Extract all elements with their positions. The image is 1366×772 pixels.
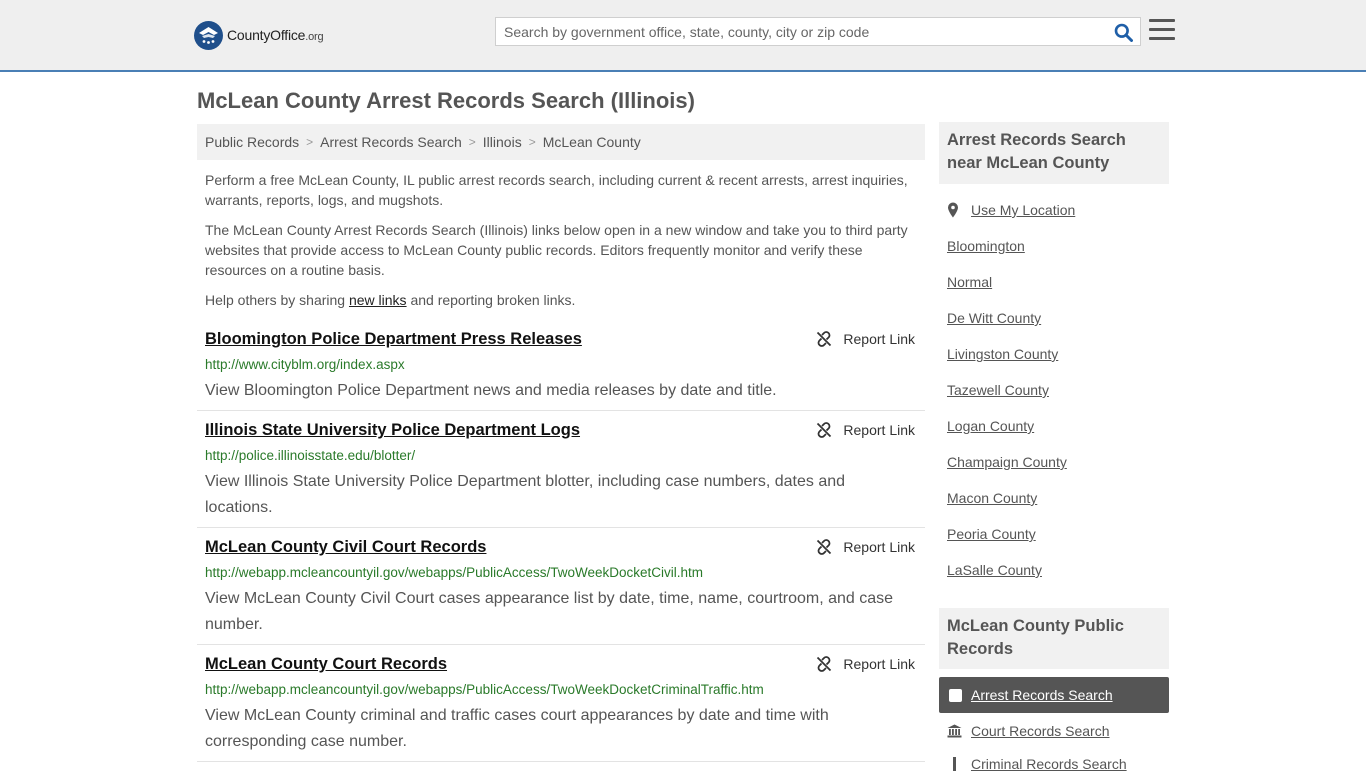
search-button[interactable] [1112,22,1134,42]
share-text-after: and reporting broken links. [406,292,576,308]
nearby-link-tazewell-county[interactable]: Tazewell County [947,382,1049,398]
logo-text: CountyOffice.org [227,27,324,43]
breadcrumb-illinois[interactable]: Illinois [483,134,522,150]
nearby-heading: Arrest Records Search near McLean County [939,122,1169,184]
nearby-link-livingston-county[interactable]: Livingston County [947,346,1058,362]
checkbox-icon [949,688,962,702]
hamburger-icon-bar [1149,37,1175,40]
result-url-link[interactable]: http://www.cityblm.org/index.aspx [205,357,405,372]
report-link-button[interactable]: Report Link [816,331,915,347]
share-paragraph: Help others by sharing new links and rep… [205,290,917,310]
site-logo[interactable]: CountyOffice.org [194,20,324,50]
hamburger-icon-bar [1149,19,1175,22]
use-location-label: Use My Location [971,202,1076,218]
nearby-link-lasalle-county[interactable]: LaSalle County [947,562,1042,578]
breadcrumb-public-records[interactable]: Public Records [205,134,299,150]
search-bar [495,17,1141,46]
report-link-button[interactable]: Report Link [816,656,915,672]
nearby-link-peoria-county[interactable]: Peoria County [947,526,1036,542]
page-title: McLean County Arrest Records Search (Ill… [197,88,695,113]
report-link-label: Report Link [843,422,915,438]
logo-main-text: CountyOffice [227,27,306,43]
sidebar-item-arrest-records-search[interactable]: Arrest Records Search [939,677,1169,713]
result-title-link[interactable]: McLean County Civil Court Records [205,538,486,557]
report-link-label: Report Link [843,331,915,347]
nearby-link-de-witt-county[interactable]: De Witt County [947,310,1041,326]
broken-link-icon [816,331,832,347]
sidebar-item-label: Criminal Records Search [971,756,1127,772]
result-item: McLean County Civil Court Records Report… [197,538,925,645]
result-url-link[interactable]: http://webapp.mcleancountyil.gov/webapps… [205,682,764,697]
report-link-button[interactable]: Report Link [816,539,915,555]
result-description: View Illinois State University Police De… [205,473,846,516]
intro-paragraph: Perform a free McLean County, IL public … [205,172,908,208]
nearby-link-macon-county[interactable]: Macon County [947,490,1037,506]
result-item: Illinois State University Police Departm… [197,421,925,528]
nearby-link-bloomington[interactable]: Bloomington [947,238,1025,254]
share-text-before: Help others by sharing [205,292,349,308]
result-item: Bloomington Police Department Press Rele… [197,330,925,411]
result-description: View McLean County criminal and traffic … [205,707,829,750]
handcuff-icon [947,757,971,771]
logo-suffix-text: .org [305,31,324,43]
new-links-link[interactable]: new links [349,292,407,308]
map-pin-icon [947,202,971,218]
nearby-link-champaign-county[interactable]: Champaign County [947,454,1067,470]
menu-button[interactable] [1149,19,1175,43]
result-description: View McLean County Civil Court cases app… [205,590,894,633]
search-icon [1114,23,1133,42]
nearby-link-logan-county[interactable]: Logan County [947,418,1034,434]
result-title-link[interactable]: Bloomington Police Department Press Rele… [205,330,582,349]
broken-link-icon [816,656,832,672]
breadcrumb-separator: > [306,135,314,149]
public-records-heading: McLean County Public Records [939,608,1169,669]
sidebar-item-label: Arrest Records Search [971,687,1113,703]
result-url-link[interactable]: http://police.illinoisstate.edu/blotter/ [205,448,415,463]
report-link-label: Report Link [843,539,915,555]
hamburger-icon-bar [1149,28,1175,31]
breadcrumb-separator: > [528,135,536,149]
result-item: McLean County Court Records Report Link … [197,655,925,762]
broken-link-icon [816,422,832,438]
breadcrumb-separator: > [468,135,476,149]
logo-emblem-icon [194,20,223,50]
report-link-label: Report Link [843,656,915,672]
result-description: View Bloomington Police Department news … [205,382,777,399]
use-my-location-link[interactable]: Use My Location [947,202,1075,218]
sidebar-item-label: Court Records Search [971,723,1110,739]
site-header: CountyOffice.org [0,0,1366,72]
result-title-link[interactable]: Illinois State University Police Departm… [205,421,580,440]
result-url-link[interactable]: http://webapp.mcleancountyil.gov/webapps… [205,565,703,580]
sidebar-item-criminal-records-search[interactable]: Criminal Records Search [947,756,1127,772]
broken-link-icon [816,539,832,555]
nearby-link-normal[interactable]: Normal [947,274,992,290]
breadcrumb: Public Records > Arrest Records Search >… [197,124,925,160]
breadcrumb-arrest-records-search[interactable]: Arrest Records Search [320,134,462,150]
courthouse-icon [947,724,971,738]
search-input[interactable] [496,18,1106,45]
sidebar-item-court-records-search[interactable]: Court Records Search [947,723,1110,739]
report-link-button[interactable]: Report Link [816,422,915,438]
disclaimer-paragraph: The McLean County Arrest Records Search … [205,222,908,278]
breadcrumb-mclean-county[interactable]: McLean County [543,134,641,150]
result-title-link[interactable]: McLean County Court Records [205,655,447,674]
